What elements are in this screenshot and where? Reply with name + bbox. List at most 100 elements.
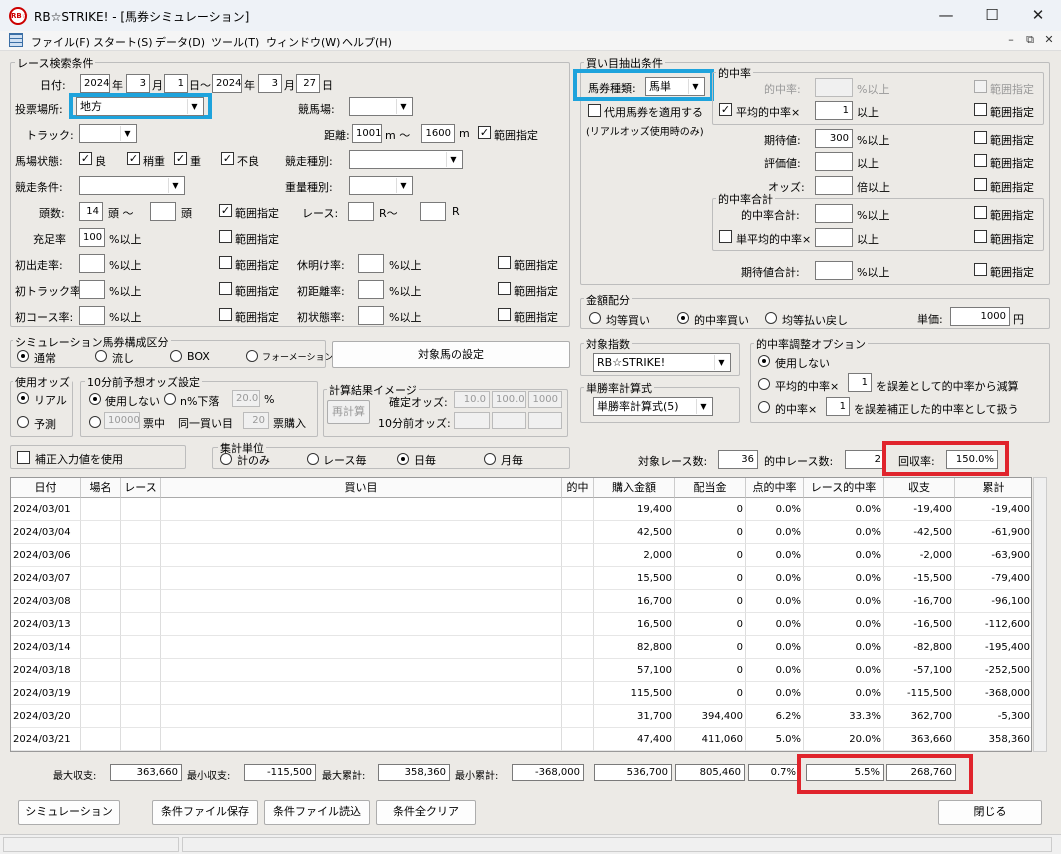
heads-from-input[interactable]: 14	[79, 202, 103, 221]
first-run-range-checkbox[interactable]	[219, 256, 232, 269]
col-race-hit[interactable]: レース的中率	[804, 478, 884, 498]
table-row[interactable]: 2024/03/08 16,700 0 0.0% 0.0% -16,700 -96,100	[11, 590, 1031, 613]
eval-input[interactable]	[815, 152, 853, 171]
single-avg-range-checkbox[interactable]	[974, 230, 987, 243]
first-track-input[interactable]	[79, 280, 105, 299]
hit-rate-range-checkbox[interactable]	[974, 80, 987, 93]
course-select[interactable]: ▼	[79, 124, 137, 143]
mdi-minimize-icon[interactable]: –	[1003, 33, 1019, 49]
menu-tool[interactable]: ツール(T)	[211, 34, 259, 50]
odds-range-checkbox[interactable]	[974, 178, 987, 191]
table-row[interactable]: 2024/03/07 15,500 0 0.0% 0.0% -15,500 -79,400	[11, 567, 1031, 590]
menu-window[interactable]: ウィンドウ(W)	[266, 34, 340, 50]
save-conditions-button[interactable]: 条件ファイル保存	[152, 800, 258, 825]
odds-filter-input[interactable]	[815, 176, 853, 195]
odds10-npct-radio[interactable]	[164, 393, 176, 405]
race-type-select[interactable]: ▼	[349, 150, 463, 169]
expect-total-range-checkbox[interactable]	[974, 263, 987, 276]
agg-race-radio[interactable]	[307, 453, 319, 465]
month-to-input[interactable]: 3	[258, 74, 282, 93]
rest-rate-input[interactable]	[358, 254, 384, 273]
hitadj-hit-radio[interactable]	[758, 401, 770, 413]
sim-nagashi-radio[interactable]	[95, 350, 107, 362]
first-course-range-checkbox[interactable]	[219, 308, 232, 321]
minimize-icon[interactable]: —	[923, 0, 969, 31]
distance-to-input[interactable]: 1600	[421, 124, 455, 143]
weight-type-select[interactable]: ▼	[349, 176, 413, 195]
expect-total-input[interactable]	[815, 261, 853, 280]
year-from-input[interactable]: 2024	[80, 74, 110, 93]
target-horse-button[interactable]: 対象馬の設定	[332, 341, 570, 368]
close-button[interactable]: 閉じる	[938, 800, 1042, 825]
col-date[interactable]: 日付	[11, 478, 81, 498]
menu-help[interactable]: ヘルプ(H)	[342, 34, 392, 50]
formula-select[interactable]: 単勝率計算式(5) ▼	[593, 397, 713, 416]
fill-rate-input[interactable]: 100	[79, 228, 105, 247]
odds10-notuse-radio[interactable]	[89, 393, 101, 405]
table-row[interactable]: 2024/03/04 42,500 0 0.0% 0.0% -42,500 -61,900	[11, 521, 1031, 544]
col-purchase[interactable]: 購入金額	[594, 478, 675, 498]
year-to-input[interactable]: 2024	[212, 74, 242, 93]
mdi-restore-icon[interactable]: ⧉	[1022, 33, 1038, 49]
heads-range-checkbox[interactable]: ✓	[219, 204, 232, 217]
sim-formation-radio[interactable]	[246, 350, 258, 362]
first-dist-range-checkbox[interactable]	[498, 282, 511, 295]
day-from-input[interactable]: 1	[164, 74, 188, 93]
substitute-checkbox[interactable]	[588, 104, 601, 117]
rest-range-checkbox[interactable]	[498, 256, 511, 269]
mdi-close-icon[interactable]: ✕	[1041, 33, 1057, 49]
avg-hit-input[interactable]: 1	[815, 101, 853, 120]
table-row[interactable]: 2024/03/18 57,100 0 0.0% 0.0% -57,100 -252,500	[11, 659, 1031, 682]
hit-total-input[interactable]	[815, 204, 853, 223]
results-table[interactable]: 日付 場名 レース 買い目 的中 購入金額 配当金 点的中率 レース的中率 収支…	[10, 477, 1032, 752]
odds10-vote-radio[interactable]	[89, 416, 101, 428]
expect-input[interactable]: 300	[815, 129, 853, 148]
table-scrollbar[interactable]	[1033, 477, 1047, 752]
col-point-hit[interactable]: 点的中率	[746, 478, 804, 498]
index-select[interactable]: RB☆STRIKE! ▼	[593, 353, 731, 372]
hitadj-hit-input[interactable]: 1	[826, 397, 850, 416]
table-row[interactable]: 2024/03/19 115,500 0 0.0% 0.0% -115,500 -368,0…	[11, 682, 1031, 705]
table-row[interactable]: 2024/03/2289,60000.0%0.0%-89,600268,760	[11, 751, 1032, 752]
close-icon[interactable]: ✕	[1015, 0, 1061, 31]
race-from-input[interactable]	[348, 202, 374, 221]
col-race[interactable]: レース	[121, 478, 161, 498]
agg-month-radio[interactable]	[484, 453, 496, 465]
first-track-range-checkbox[interactable]	[219, 282, 232, 295]
bet-kind-select[interactable]: 馬単 ▼	[645, 77, 705, 96]
table-row[interactable]: 2024/03/01 19,400 0 0.0% 0.0% -19,400 -19,400	[11, 498, 1031, 521]
table-row[interactable]: 2024/03/14 82,800 0 0.0% 0.0% -82,800 -195,400	[11, 636, 1031, 659]
hitadj-none-radio[interactable]	[758, 355, 770, 367]
first-state-input[interactable]	[358, 306, 384, 325]
simulate-button[interactable]: シミュレーション	[18, 800, 120, 825]
maximize-icon[interactable]: ☐	[969, 0, 1015, 31]
hit-total-range-checkbox[interactable]	[974, 206, 987, 219]
fill-range-checkbox[interactable]	[219, 230, 232, 243]
sim-box-radio[interactable]	[170, 350, 182, 362]
table-row[interactable]: 2024/03/13 16,500 0 0.0% 0.0% -16,500 -112,600	[11, 613, 1031, 636]
unit-price-input[interactable]: 1000	[950, 307, 1010, 326]
first-state-range-checkbox[interactable]	[498, 308, 511, 321]
cond-heavy-checkbox[interactable]: ✓	[174, 152, 187, 165]
hitadj-avg-input[interactable]: 1	[848, 373, 872, 392]
agg-day-radio[interactable]	[397, 453, 409, 465]
odds-predict-radio[interactable]	[17, 416, 29, 428]
heads-to-input[interactable]	[150, 202, 176, 221]
col-income[interactable]: 収支	[884, 478, 955, 498]
clear-conditions-button[interactable]: 条件全クリア	[376, 800, 476, 825]
avg-hit-range-checkbox[interactable]	[974, 103, 987, 116]
odds10-vote-input[interactable]: 10000	[104, 412, 140, 429]
track-select[interactable]: ▼	[349, 97, 413, 116]
alloc-hit-radio[interactable]	[677, 312, 689, 324]
race-to-input[interactable]	[420, 202, 446, 221]
menu-data[interactable]: データ(D)	[155, 34, 205, 50]
alloc-payback-radio[interactable]	[765, 312, 777, 324]
table-row[interactable]: 2024/03/21 47,400 411,060 5.0% 20.0% 363,660 3…	[11, 728, 1031, 751]
correct-checkbox[interactable]	[17, 451, 30, 464]
first-dist-input[interactable]	[358, 280, 384, 299]
day-to-input[interactable]: 27	[296, 74, 320, 93]
race-cond-select[interactable]: ▼	[79, 176, 185, 195]
first-course-input[interactable]	[79, 306, 105, 325]
table-row[interactable]: 2024/03/06 2,000 0 0.0% 0.0% -2,000 -63,900	[11, 544, 1031, 567]
avg-hit-checkbox[interactable]: ✓	[719, 103, 732, 116]
